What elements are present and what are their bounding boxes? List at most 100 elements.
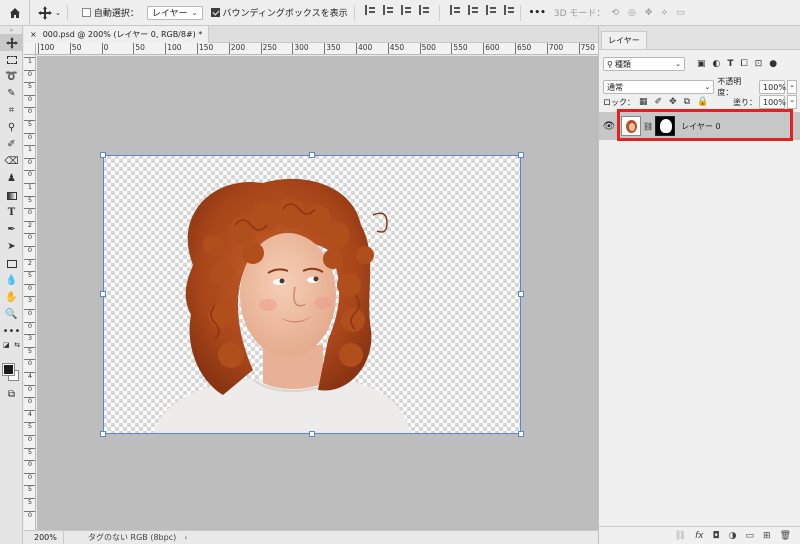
swap-colors-button[interactable]: ◪ ⇆ (0, 340, 23, 350)
zoom-level[interactable]: 200% (24, 530, 64, 544)
brush-tool[interactable]: ✐ (0, 136, 23, 153)
divider (438, 4, 440, 21)
eyedropper-icon: ⚲ (7, 122, 16, 133)
lock-all-icon[interactable]: 🔒 (697, 97, 708, 107)
filter-pixel-icon[interactable]: ▣ (697, 59, 706, 69)
home-button[interactable] (0, 0, 30, 26)
eraser-tool[interactable]: ⌫ (0, 153, 23, 170)
new-layer-icon[interactable]: ⊞ (763, 531, 771, 541)
zoom-tool[interactable]: 🔍 (0, 306, 23, 323)
transform-handle-tl[interactable] (100, 152, 106, 158)
fill-input[interactable]: 100% (759, 95, 786, 109)
rectangle-tool[interactable] (0, 255, 23, 272)
blend-mode-dropdown[interactable]: 通常 ⌄ (603, 80, 715, 94)
transform-handle-t[interactable] (309, 152, 315, 158)
brush-icon: ✐ (7, 139, 16, 150)
add-mask-icon[interactable]: ◘ (713, 531, 720, 541)
transform-handle-tr[interactable] (518, 152, 524, 158)
vertical-ruler[interactable]: 1050050100150200250300350400450500550 (24, 55, 36, 530)
lock-position-icon[interactable]: ✥ (669, 97, 677, 107)
ruler-tick-label: 0 (24, 132, 35, 141)
hand-tool[interactable]: ✋ (0, 289, 23, 306)
foreground-color-swatch[interactable] (3, 364, 14, 375)
crop-tool[interactable]: ⌗ (0, 102, 23, 119)
link-layers-icon[interactable]: ⛓ (675, 531, 686, 541)
ruler-tick-label: 200 (228, 43, 245, 54)
document-tab[interactable]: × 000.psd @ 200% (レイヤー 0, RGB/8#) * (24, 26, 210, 43)
trash-icon[interactable]: 🗑 (780, 531, 791, 541)
align-top-icon[interactable] (449, 4, 460, 15)
lasso-tool[interactable]: ➰ (0, 68, 23, 85)
filter-shape-icon[interactable]: ⧠ (741, 59, 748, 69)
tab-layers[interactable]: レイヤー (601, 31, 647, 49)
filter-type-icon[interactable]: T (727, 59, 733, 69)
blend-mode-value: 通常 (607, 82, 623, 92)
lock-image-icon[interactable]: ✐ (655, 97, 663, 107)
lasso-icon: ➰ (5, 71, 18, 82)
chevron-right-icon[interactable]: › (184, 533, 187, 542)
ruler-tick-label: 2 (24, 220, 35, 229)
transform-handle-r[interactable] (518, 291, 524, 297)
bounding-box-checkbox[interactable]: バウンディングボックスを表示 (210, 6, 348, 19)
path-select-tool[interactable]: ➤ (0, 238, 23, 255)
filter-toggle-icon[interactable]: ● (769, 59, 777, 69)
align-middle-icon[interactable] (467, 4, 478, 15)
ruler-tick-label: 250 (260, 43, 277, 54)
checkbox-box-checked (210, 8, 220, 17)
align-bottom-icon[interactable] (485, 4, 496, 15)
pen-tool[interactable]: ✒ (0, 221, 23, 238)
new-group-icon[interactable]: ▭ (746, 531, 755, 541)
distribute-vertical-icon[interactable] (418, 4, 429, 15)
orbit-3d-icon[interactable]: ⟲ (611, 8, 619, 18)
stamp-tool[interactable]: ♟ (0, 170, 23, 187)
lock-artboard-icon[interactable]: ⧉ (684, 97, 690, 107)
gradient-tool[interactable] (0, 187, 23, 204)
ruler-origin[interactable] (24, 43, 36, 55)
close-icon[interactable]: × (30, 30, 37, 39)
marquee-tool[interactable] (0, 51, 23, 68)
type-tool[interactable]: T (0, 204, 23, 221)
auto-select-target-dropdown[interactable]: レイヤー ⌄ (146, 5, 203, 20)
blur-tool[interactable]: 💧 (0, 272, 23, 289)
transform-handle-br[interactable] (518, 431, 524, 437)
transform-handle-l[interactable] (100, 291, 106, 297)
edit-toolbar-button[interactable]: ••• (0, 323, 23, 340)
filter-smartobject-icon[interactable]: ⊡ (755, 59, 763, 69)
align-center-icon[interactable] (382, 4, 393, 15)
transform-handle-b[interactable] (309, 431, 315, 437)
fx-icon[interactable]: fx (695, 531, 704, 541)
horizontal-ruler[interactable]: 100 50 0 50 100 150 200 250 300 350 400 450 500 550 60… (36, 43, 598, 55)
screen-mode-button[interactable]: ⧉ (0, 386, 23, 403)
distribute-horizontal-icon[interactable] (503, 4, 514, 15)
fill-label: 塗り： (733, 97, 757, 107)
more-options-button[interactable]: ••• (529, 8, 546, 18)
bounding-box[interactable] (103, 155, 521, 434)
canvas-area[interactable] (37, 56, 598, 530)
lock-label: ロック： (603, 97, 635, 107)
document-info[interactable]: タグのない RGB (8bpc) (64, 532, 176, 543)
move-tool-preset[interactable]: ⌄ (38, 5, 61, 20)
fill-dropdown-chevron[interactable]: ⌄ (787, 95, 797, 109)
ruler-tick-label: 4 (24, 372, 35, 380)
auto-select-checkbox[interactable]: 自動選択： (81, 6, 139, 19)
opacity-dropdown-chevron[interactable]: ⌄ (787, 80, 797, 94)
layer-filter-dropdown[interactable]: ⚲ 種類 ⌄ (603, 57, 685, 71)
ruler-tick-label: 5 (24, 195, 35, 204)
filter-adjustment-icon[interactable]: ◐ (713, 59, 721, 69)
camera-3d-icon[interactable]: ▭ (676, 8, 685, 18)
move-tool[interactable] (0, 34, 23, 51)
transform-handle-bl[interactable] (100, 431, 106, 437)
adjustment-layer-icon[interactable]: ◑ (729, 531, 737, 541)
quick-select-tool[interactable]: ✎ (0, 85, 23, 102)
align-right-icon[interactable] (400, 4, 411, 15)
slide-3d-icon[interactable]: ⟡ (661, 8, 667, 18)
roll-3d-icon[interactable]: ◎ (628, 8, 636, 18)
eyedropper-tool[interactable]: ⚲ (0, 119, 23, 136)
chevron-down-icon: ⌄ (191, 8, 198, 17)
drag-3d-icon[interactable]: ✥ (645, 8, 653, 18)
opacity-input[interactable]: 100% (759, 80, 786, 94)
collapse-icon[interactable]: » (0, 26, 23, 34)
visibility-eye-icon[interactable]: 👁 (599, 121, 619, 132)
align-left-icon[interactable] (364, 4, 375, 15)
lock-transparent-icon[interactable]: ▦ (639, 97, 648, 107)
